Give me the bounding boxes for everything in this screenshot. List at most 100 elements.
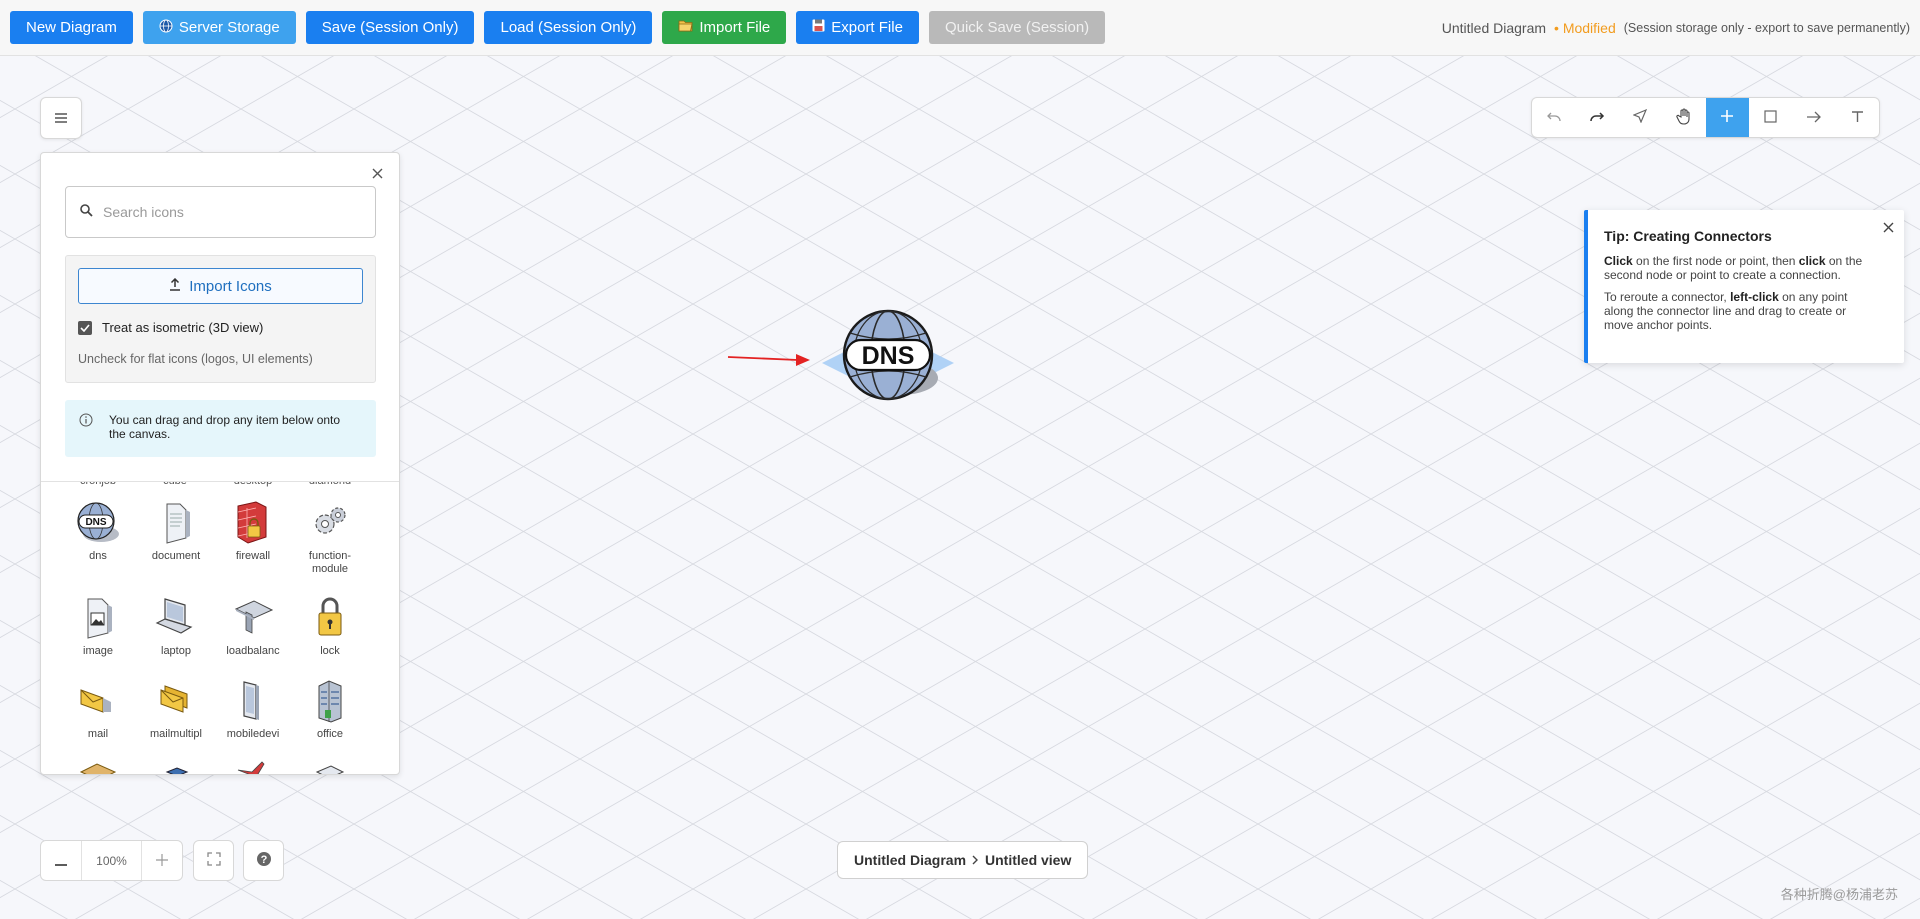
dns-icon: DNS <box>77 502 119 542</box>
close-tip-button[interactable] <box>1883 220 1894 237</box>
breadcrumb-diagram[interactable]: Untitled Diagram <box>854 852 966 868</box>
isometric-hint: Uncheck for flat icons (logos, UI elemen… <box>78 352 313 366</box>
export-file-button[interactable]: Export File <box>796 11 919 44</box>
quick-save-button[interactable]: Quick Save (Session) <box>928 11 1106 44</box>
icon-item-partial-1[interactable] <box>59 760 137 774</box>
menu-button[interactable] <box>40 97 82 139</box>
plus-icon <box>156 850 168 871</box>
icon-item-mail[interactable]: mail <box>59 678 137 741</box>
load-session-button[interactable]: Load (Session Only) <box>484 11 653 44</box>
top-toolbar: New Diagram Server Storage Save (Session… <box>0 0 1920 56</box>
icon-item-function-module[interactable]: function-module <box>291 500 369 576</box>
undo-button[interactable] <box>1532 98 1575 137</box>
rectangle-tool[interactable] <box>1749 98 1792 137</box>
icon-item-mailmultiple[interactable]: mailmultipl <box>137 678 215 741</box>
new-diagram-button[interactable]: New Diagram <box>10 11 133 44</box>
modified-indicator: • Modified <box>1554 20 1616 36</box>
zoom-controls: 100% <box>40 840 183 881</box>
text-icon <box>1851 110 1864 126</box>
text-tool[interactable] <box>1836 98 1879 137</box>
quick-save-label: Quick Save (Session) <box>944 19 1090 36</box>
icon-item-image[interactable]: image <box>59 595 137 658</box>
icon-item-mobiledevice[interactable]: mobiledevi <box>214 678 292 741</box>
icon-label-mobiledevice: mobiledevi <box>226 728 280 740</box>
isometric-checkbox[interactable] <box>78 320 92 335</box>
cube-partial-icon <box>165 767 189 774</box>
icon-item-partial-2[interactable] <box>137 760 215 774</box>
fullscreen-icon <box>206 852 221 869</box>
search-input[interactable] <box>103 204 343 220</box>
close-panel-button[interactable] <box>367 163 387 183</box>
import-file-button[interactable]: Import File <box>662 11 787 44</box>
document-icon <box>166 503 190 544</box>
icon-grid: cronjob cube desktop diamond DNS dns doc… <box>41 482 399 774</box>
icon-label-cronjob: cronjob <box>63 482 133 487</box>
isometric-label: Treat as isometric (3D view) <box>102 320 264 335</box>
firewall-icon <box>237 501 267 544</box>
tip-paragraph-2: To reroute a connector, left-click on an… <box>1604 290 1864 332</box>
icon-label-diamond: diamond <box>295 482 365 487</box>
export-file-label: Export File <box>831 19 903 36</box>
icon-label-firewall: firewall <box>235 550 271 562</box>
redo-icon <box>1589 110 1605 126</box>
save-session-button[interactable]: Save (Session Only) <box>305 11 475 44</box>
icon-item-partial-3[interactable] <box>214 760 292 774</box>
icon-item-document[interactable]: document <box>137 500 215 563</box>
dns-node[interactable]: DNS <box>818 308 958 408</box>
help-button[interactable]: ? <box>243 840 284 881</box>
globe-icon <box>159 19 173 37</box>
import-section: Import Icons Treat as isometric (3D view… <box>65 255 376 383</box>
icon-item-dns[interactable]: DNS dns <box>59 500 137 563</box>
lock-icon <box>318 597 342 636</box>
close-icon <box>372 163 383 184</box>
minus-icon <box>55 850 67 871</box>
select-icon <box>1632 108 1648 126</box>
save-session-label: Save (Session Only) <box>321 19 459 36</box>
drag-info-box: You can drag and drop any item below ont… <box>65 400 376 457</box>
zoom-out-button[interactable] <box>41 841 81 880</box>
upload-icon <box>169 277 181 295</box>
server-storage-button[interactable]: Server Storage <box>142 11 296 44</box>
icon-item-laptop[interactable]: laptop <box>137 595 215 658</box>
storage-note: (Session storage only - export to save p… <box>1623 21 1910 35</box>
icon-item-partial-4[interactable] <box>291 760 369 774</box>
plane-icon <box>237 761 265 774</box>
diagram-title: Untitled Diagram <box>1441 20 1547 36</box>
folder-icon <box>678 19 693 36</box>
icon-label-dns: dns <box>89 550 107 562</box>
icon-search[interactable] <box>65 186 376 238</box>
zoom-in-button[interactable] <box>142 841 182 880</box>
watermark: 各种折腾@杨浦老苏 <box>1780 887 1898 902</box>
tip-emphasis-click: Click <box>1604 254 1633 268</box>
icon-item-firewall[interactable]: firewall <box>214 500 292 563</box>
breadcrumb-view[interactable]: Untitled view <box>985 852 1071 868</box>
icon-label-office: office <box>316 728 344 740</box>
info-icon <box>79 413 93 430</box>
dns-node-label: DNS <box>862 342 915 370</box>
connector-tool[interactable] <box>1792 98 1835 137</box>
icon-label-laptop: laptop <box>161 645 191 657</box>
icon-label-image: image <box>83 645 113 657</box>
loadbalancer-icon <box>234 600 274 634</box>
import-icons-button[interactable]: Import Icons <box>78 268 363 304</box>
icon-item-lock[interactable]: lock <box>291 595 369 658</box>
mail-icon <box>80 689 111 713</box>
diagram-status: Untitled Diagram • Modified (Session sto… <box>1442 0 1910 56</box>
floppy-icon <box>812 19 825 36</box>
icon-item-office[interactable]: office <box>291 678 369 741</box>
fullscreen-button[interactable] <box>193 840 234 881</box>
annotation-arrow-canvas <box>727 354 810 366</box>
redo-button[interactable] <box>1575 98 1618 137</box>
isometric-toggle[interactable]: Treat as isometric (3D view) <box>78 320 263 335</box>
add-icon <box>1720 109 1734 126</box>
help-icon: ? <box>256 851 272 870</box>
pan-tool[interactable] <box>1662 98 1705 137</box>
add-tool[interactable] <box>1705 98 1749 137</box>
package-icon <box>79 763 117 774</box>
printer-icon <box>315 765 345 774</box>
icon-library-panel: Import Icons Treat as isometric (3D view… <box>40 152 400 775</box>
search-icon <box>80 204 93 220</box>
icon-item-loadbalancer[interactable]: loadbalanc <box>214 595 292 658</box>
select-tool[interactable] <box>1619 98 1662 137</box>
tip-title: Tip: Creating Connectors <box>1604 228 1772 244</box>
